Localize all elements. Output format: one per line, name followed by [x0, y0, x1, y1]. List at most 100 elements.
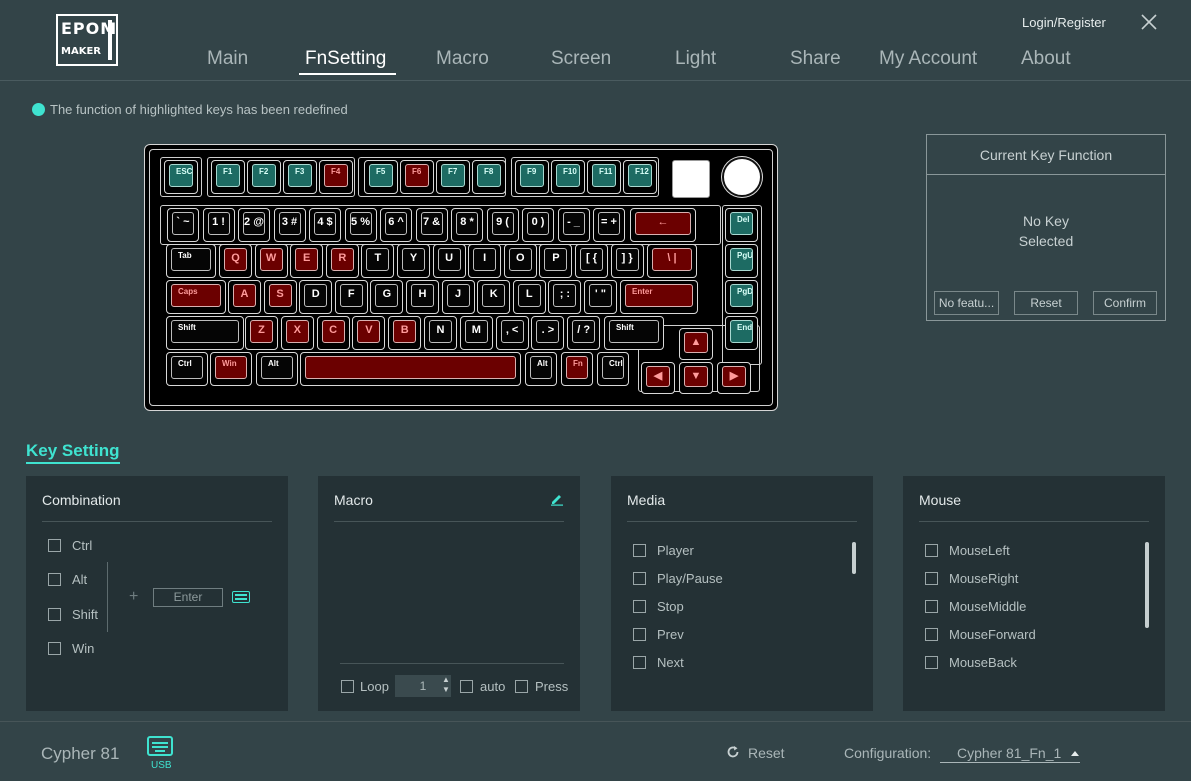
key-arrow-right[interactable]: ▶ [717, 362, 751, 394]
key-f12[interactable]: F12 [623, 160, 657, 194]
reset-key-button[interactable]: Reset [1014, 291, 1078, 315]
key-arrow-up[interactable]: ▲ [679, 328, 713, 360]
key-k-a8[interactable]: K [477, 280, 511, 314]
shift-checkbox[interactable] [48, 608, 61, 621]
tab-about[interactable]: About [1021, 48, 1071, 70]
key-f1[interactable]: F1 [211, 160, 245, 194]
media-checkbox-stop[interactable] [633, 600, 646, 613]
key-w-q2[interactable]: W [254, 244, 288, 278]
reset-all-button[interactable]: Reset [748, 745, 785, 761]
key-ctrl-b6[interactable]: Ctrl [597, 352, 629, 386]
key-f7[interactable]: F7 [436, 160, 470, 194]
key-pgdn[interactable]: PgDn [725, 280, 758, 314]
media-checkbox-play-pause[interactable] [633, 572, 646, 585]
key-9-9[interactable]: 9 ( [486, 208, 519, 242]
key-0-10[interactable]: 0 ) [522, 208, 554, 242]
keyboard-usb-icon[interactable] [147, 736, 173, 756]
key-f9[interactable]: F9 [515, 160, 549, 194]
stepper-up-icon[interactable]: ▲ [441, 675, 451, 685]
win-checkbox[interactable] [48, 642, 61, 655]
key-sym-q13[interactable]: \ | [647, 244, 697, 278]
confirm-button[interactable]: Confirm [1093, 291, 1157, 315]
key-f6[interactable]: F6 [400, 160, 434, 194]
tab-screen[interactable]: Screen [551, 48, 611, 70]
press-checkbox[interactable] [515, 680, 528, 693]
key-caps-a0[interactable]: Caps [166, 280, 226, 314]
key-g-a5[interactable]: G [370, 280, 404, 314]
key-setting-title[interactable]: Key Setting [26, 441, 120, 464]
mouse-checkbox-mouseback[interactable] [925, 656, 938, 669]
mouse-checkbox-mouseright[interactable] [925, 572, 938, 585]
key-1-1[interactable]: 1 ! [202, 208, 235, 242]
key-h-a6[interactable]: H [406, 280, 439, 314]
alt-checkbox[interactable] [48, 573, 61, 586]
key-shift-z0[interactable]: Shift [166, 316, 244, 350]
key-sym-a11[interactable]: ' " [584, 280, 617, 314]
key-b-z5[interactable]: B [388, 316, 422, 350]
key-7-7[interactable]: 7 & [415, 208, 448, 242]
dropdown-arrow-icon[interactable] [1071, 751, 1079, 756]
key-f5[interactable]: F5 [364, 160, 398, 194]
close-icon[interactable] [1139, 12, 1159, 32]
key-win-b1[interactable]: Win [210, 352, 252, 386]
key-5-5[interactable]: 5 % [344, 208, 377, 242]
configuration-select[interactable]: Cypher 81_Fn_1 [940, 745, 1080, 763]
auto-checkbox[interactable] [460, 680, 473, 693]
key-space-b3[interactable] [300, 352, 521, 386]
key-end[interactable]: End [725, 316, 758, 350]
key-esc[interactable]: ESC [164, 160, 198, 194]
key-f10[interactable]: F10 [551, 160, 585, 194]
tab-my-account[interactable]: My Account [879, 48, 977, 70]
key-4-4[interactable]: 4 $ [309, 208, 341, 242]
key-y-q6[interactable]: Y [397, 244, 430, 278]
tab-share[interactable]: Share [790, 48, 841, 70]
key-v-z4[interactable]: V [352, 316, 386, 350]
key-sym-13[interactable]: ← [630, 208, 696, 242]
key-ctrl-b0[interactable]: Ctrl [166, 352, 208, 386]
key-f11[interactable]: F11 [587, 160, 621, 194]
key-j-a7[interactable]: J [441, 280, 475, 314]
key-shift-z11[interactable]: Shift [604, 316, 664, 350]
key-6-6[interactable]: 6 ^ [380, 208, 412, 242]
media-scrollbar[interactable] [852, 542, 856, 574]
mouse-scrollbar[interactable] [1145, 542, 1149, 628]
key-sym-z9[interactable]: . > [531, 316, 565, 350]
combo-key-input[interactable]: Enter [153, 588, 223, 607]
loop-checkbox[interactable] [341, 680, 354, 693]
key-sym-12[interactable]: = + [593, 208, 625, 242]
key-8-8[interactable]: 8 * [451, 208, 483, 242]
key-f4[interactable]: F4 [319, 160, 353, 194]
key-sym-q12[interactable]: ] } [610, 244, 644, 278]
tab-light[interactable]: Light [675, 48, 716, 70]
key-f-a4[interactable]: F [334, 280, 368, 314]
key-f2[interactable]: F2 [247, 160, 281, 194]
tab-macro[interactable]: Macro [436, 48, 489, 70]
volume-knob[interactable] [722, 157, 762, 197]
key-s-a2[interactable]: S [263, 280, 297, 314]
media-checkbox-next[interactable] [633, 656, 646, 669]
mouse-checkbox-mouseforward[interactable] [925, 628, 938, 641]
no-feature-button[interactable]: No featu... [934, 291, 999, 315]
key-c-z3[interactable]: C [316, 316, 350, 350]
tab-main[interactable]: Main [207, 48, 248, 70]
key-del[interactable]: Del [725, 208, 758, 242]
key-fn-b5[interactable]: Fn [561, 352, 593, 386]
mouse-checkbox-mousemiddle[interactable] [925, 600, 938, 613]
key-p-q10[interactable]: P [539, 244, 573, 278]
key-arrow-down[interactable]: ▼ [679, 362, 713, 394]
ctrl-checkbox[interactable] [48, 539, 61, 552]
key-r-q4[interactable]: R [325, 244, 359, 278]
keyboard-icon[interactable] [232, 591, 250, 603]
key-tab-q0[interactable]: Tab [166, 244, 216, 278]
key-x-z2[interactable]: X [280, 316, 314, 350]
key-m-z7[interactable]: M [459, 316, 493, 350]
stepper-down-icon[interactable]: ▼ [441, 685, 451, 695]
screen-key[interactable] [672, 160, 710, 198]
media-checkbox-player[interactable] [633, 544, 646, 557]
key-sym-z8[interactable]: , < [495, 316, 529, 350]
key-sym-11[interactable]: - _ [557, 208, 590, 242]
key-i-q8[interactable]: I [468, 244, 502, 278]
key-d-a3[interactable]: D [299, 280, 333, 314]
key-n-z6[interactable]: N [424, 316, 457, 350]
key-o-q9[interactable]: O [503, 244, 537, 278]
